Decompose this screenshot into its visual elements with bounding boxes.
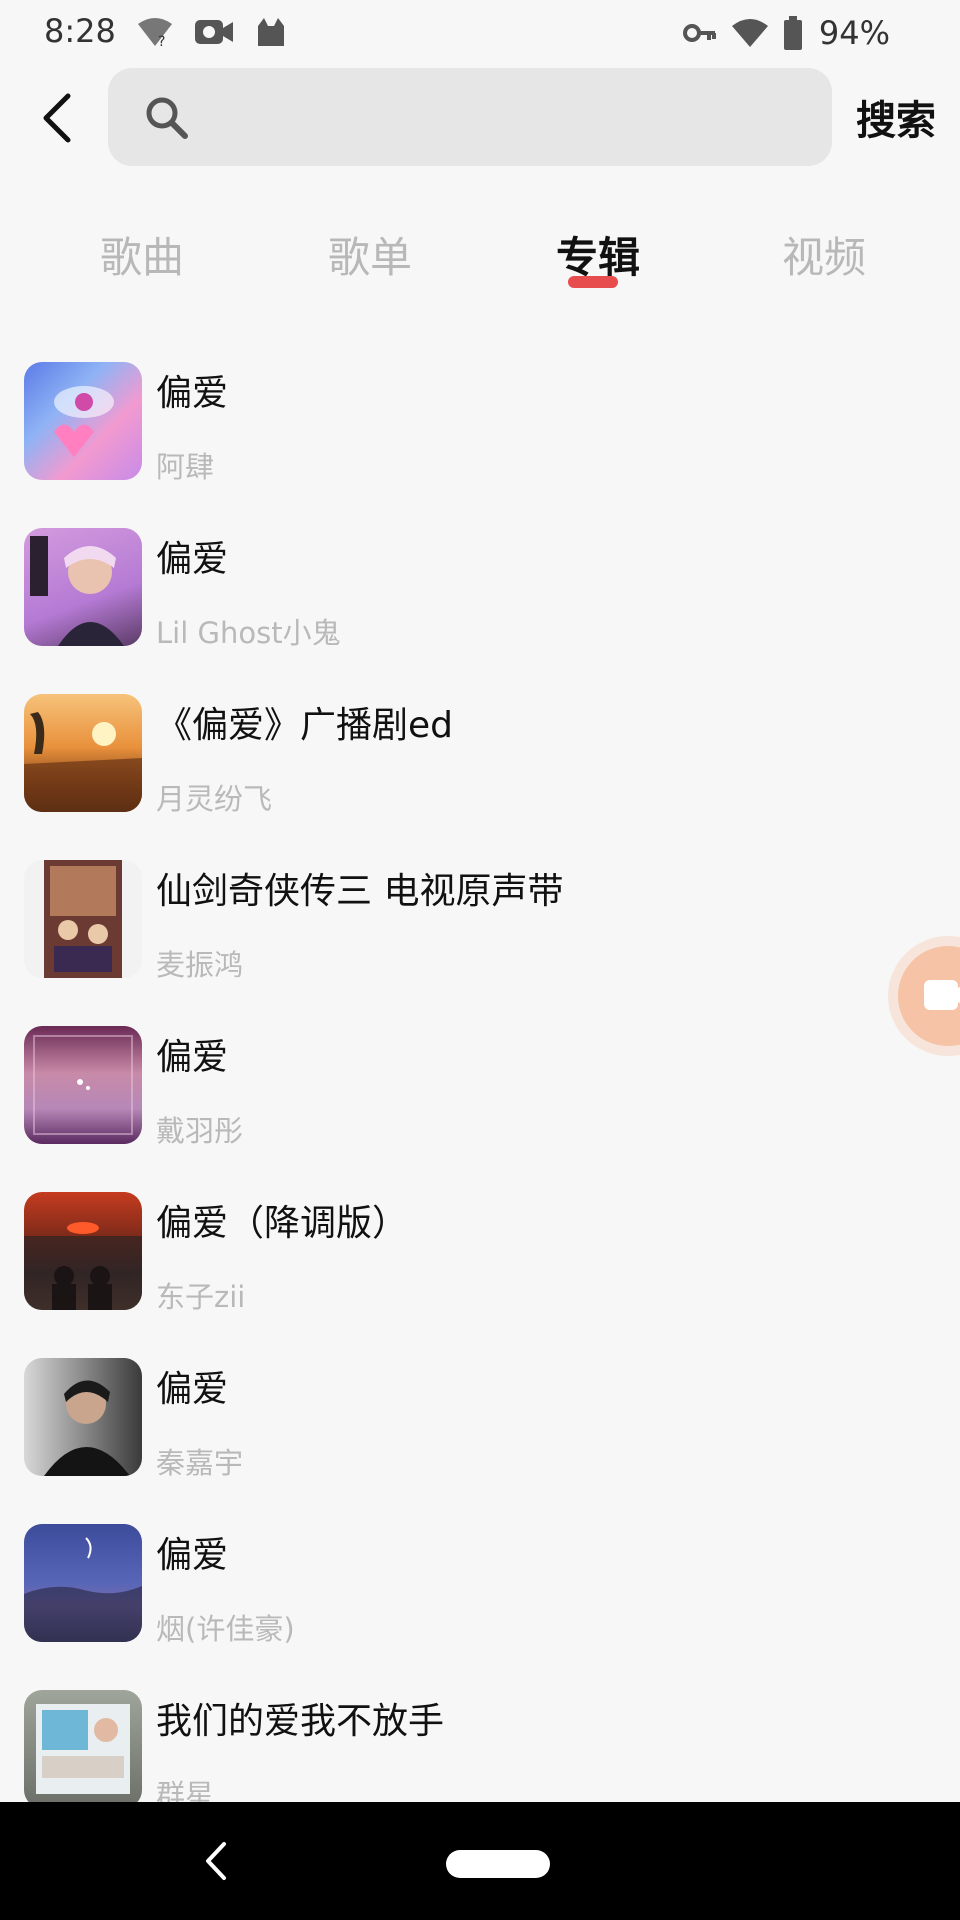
screen: 8:28 ? 94% 搜索 歌曲 歌单 专辑 视频 偏爱 阿肆 偏爱 Lil G… bbox=[0, 0, 960, 1920]
album-title: 偏爱 bbox=[156, 539, 229, 580]
search-header: 搜索 bbox=[0, 66, 960, 172]
album-title: 《偏爱》广播剧ed bbox=[156, 705, 454, 746]
search-icon bbox=[146, 97, 188, 139]
video-camera-icon bbox=[924, 980, 960, 1010]
album-cover bbox=[24, 860, 142, 978]
album-row[interactable]: 偏爱 阿肆 bbox=[0, 352, 960, 518]
vpn-key-icon bbox=[682, 24, 716, 42]
search-button[interactable]: 搜索 bbox=[856, 88, 936, 146]
tab-videos[interactable]: 视频 bbox=[782, 224, 866, 285]
battery-percent: 94% bbox=[818, 14, 890, 52]
cat-app-icon bbox=[258, 18, 284, 46]
album-title: 偏爱 bbox=[156, 1535, 229, 1576]
album-artist: 东子zii bbox=[156, 1280, 246, 1314]
album-title: 仙剑奇侠传三 电视原声带 bbox=[156, 871, 564, 912]
album-title: 偏爱 bbox=[156, 1037, 229, 1078]
battery-icon bbox=[783, 16, 802, 50]
album-artist: 秦嘉宇 bbox=[156, 1446, 244, 1480]
album-title: 偏爱 bbox=[156, 1369, 229, 1410]
album-row[interactable]: 偏爱 Lil Ghost小鬼 bbox=[0, 518, 960, 684]
active-tab-indicator bbox=[568, 276, 618, 288]
album-row[interactable]: 偏爱 烟(许佳豪) bbox=[0, 1514, 960, 1680]
search-input[interactable] bbox=[108, 68, 832, 166]
album-cover bbox=[24, 1192, 142, 1310]
album-row[interactable]: 仙剑奇侠传三 电视原声带 麦振鸿 bbox=[0, 850, 960, 1016]
album-cover bbox=[24, 1690, 142, 1808]
album-artist: Lil Ghost小鬼 bbox=[156, 616, 341, 650]
album-artist: 烟(许佳豪) bbox=[156, 1612, 295, 1646]
album-artist: 阿肆 bbox=[156, 450, 215, 484]
album-row[interactable]: 偏爱 戴羽彤 bbox=[0, 1016, 960, 1182]
nav-home-pill[interactable] bbox=[446, 1850, 550, 1878]
album-title: 偏爱 bbox=[156, 373, 229, 414]
tab-songs[interactable]: 歌曲 bbox=[100, 224, 184, 285]
category-tabs: 歌曲 歌单 专辑 视频 bbox=[0, 214, 960, 294]
album-cover bbox=[24, 1524, 142, 1642]
album-art-image bbox=[24, 1537, 142, 1642]
album-art-image bbox=[24, 1222, 142, 1310]
video-record-icon bbox=[195, 20, 233, 44]
status-bar: 8:28 ? 94% bbox=[0, 0, 960, 66]
album-artist: 戴羽彤 bbox=[156, 1114, 244, 1148]
album-row[interactable]: 偏爱 秦嘉宇 bbox=[0, 1348, 960, 1514]
svg-text:?: ? bbox=[158, 34, 165, 48]
album-row[interactable]: 《偏爱》广播剧ed 月灵纷飞 bbox=[0, 684, 960, 850]
album-art-image bbox=[44, 1380, 130, 1476]
wifi-unknown-icon: ? bbox=[138, 18, 172, 48]
album-row[interactable]: 偏爱（降调版） 东子zii bbox=[0, 1182, 960, 1348]
album-artist: 月灵纷飞 bbox=[156, 782, 273, 816]
album-art-image bbox=[30, 536, 124, 646]
back-button[interactable] bbox=[28, 88, 84, 148]
album-cover bbox=[24, 528, 142, 646]
album-art-image bbox=[54, 386, 114, 457]
album-art-image bbox=[44, 860, 122, 978]
nav-back-icon[interactable] bbox=[196, 1838, 236, 1884]
album-art-image bbox=[33, 1035, 133, 1135]
album-cover bbox=[24, 1026, 142, 1144]
tab-playlists[interactable]: 歌单 bbox=[328, 224, 412, 285]
status-notification-icons: ? bbox=[136, 16, 288, 48]
album-cover bbox=[24, 1358, 142, 1476]
wifi-icon bbox=[731, 19, 768, 47]
status-system-icons: 94% bbox=[682, 14, 890, 52]
album-title: 偏爱（降调版） bbox=[156, 1203, 409, 1244]
album-art-image bbox=[36, 1704, 130, 1794]
chevron-left-icon bbox=[43, 93, 71, 143]
album-art-image bbox=[24, 712, 142, 812]
album-cover bbox=[24, 362, 142, 480]
album-cover bbox=[24, 694, 142, 812]
floating-video-button[interactable] bbox=[898, 946, 960, 1046]
system-navigation-bar bbox=[0, 1802, 960, 1920]
album-artist: 麦振鸿 bbox=[156, 948, 244, 982]
status-time: 8:28 bbox=[44, 12, 116, 50]
album-title: 我们的爱我不放手 bbox=[156, 1701, 445, 1742]
